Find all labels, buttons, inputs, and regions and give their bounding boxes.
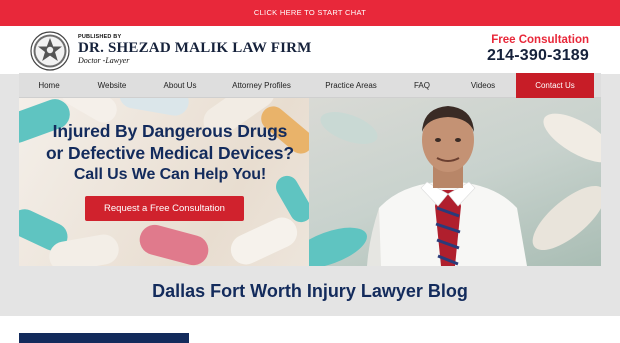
nav-item-videos[interactable]: Videos (450, 73, 516, 98)
content-area (0, 316, 620, 343)
consultation-block: Free Consultation 214-390-3189 (487, 34, 589, 65)
attorney-photo (309, 98, 601, 266)
nav-item-attorney-profiles[interactable]: Attorney Profiles (215, 73, 308, 98)
hero-line-1: Injured By Dangerous Drugs (52, 121, 288, 141)
hero-line-3: Call Us We Can Help You! (73, 166, 267, 183)
free-consultation-label: Free Consultation (491, 34, 589, 46)
request-consultation-button[interactable]: Request a Free Consultation (85, 196, 244, 221)
phone-number-link[interactable]: 214-390-3189 (487, 47, 589, 65)
nav-item-practice-areas[interactable]: Practice Areas (308, 73, 394, 98)
sidebar-header-bar (19, 333, 189, 343)
blog-title: Dallas Fort Worth Injury Lawyer Blog (0, 266, 620, 316)
hero-banner: Injured By Dangerous Drugs or Defective … (19, 98, 601, 266)
hero-headline: Injured By Dangerous Drugs or Defective … (29, 120, 311, 186)
brand-block[interactable]: PUBLISHED BY DR. SHEZAD MALIK LAW FIRM D… (78, 34, 312, 65)
hero-line-2: or Defective Medical Devices? (45, 143, 295, 163)
nav-item-about-us[interactable]: About Us (145, 73, 215, 98)
nav-item-website[interactable]: Website (79, 73, 145, 98)
nav-item-home[interactable]: Home (19, 73, 79, 98)
firm-tagline: Doctor -Lawyer (78, 56, 130, 65)
start-chat-bar[interactable]: CLICK HERE TO START CHAT (0, 0, 620, 26)
main-navigation: Home Website About Us Attorney Profiles … (19, 73, 601, 98)
firm-name: DR. SHEZAD MALIK LAW FIRM (78, 40, 312, 56)
nav-item-contact-us[interactable]: Contact Us (516, 73, 594, 98)
nav-item-faq[interactable]: FAQ (394, 73, 450, 98)
site-header: PUBLISHED BY DR. SHEZAD MALIK LAW FIRM D… (0, 26, 620, 74)
sheriff-star-seal-icon[interactable] (30, 31, 70, 71)
